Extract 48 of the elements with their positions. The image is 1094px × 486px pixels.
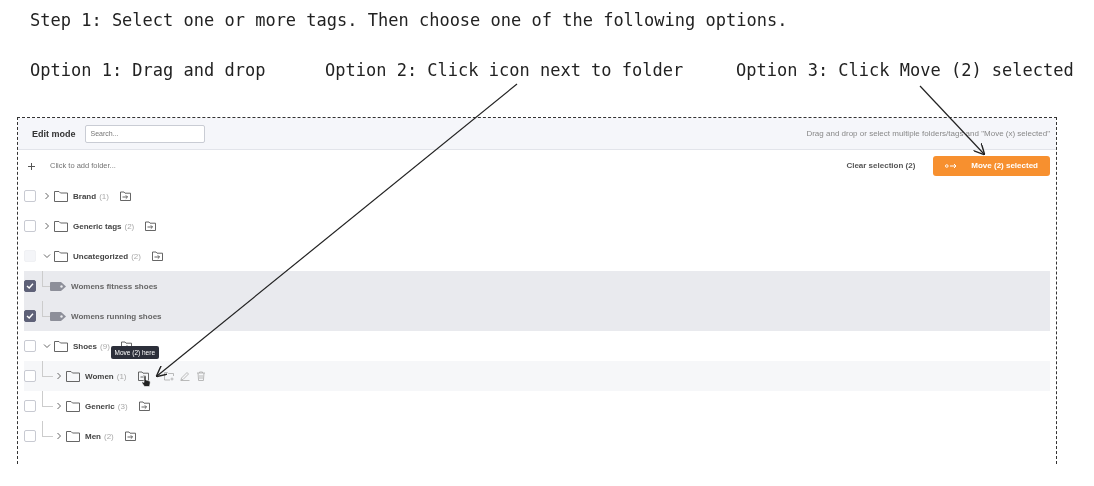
- folder-icon: [66, 400, 80, 412]
- hand-cursor-icon: [140, 375, 151, 387]
- instruction-text: Step 1: Select one or more tags. Then choose one of the following options.: [30, 10, 788, 30]
- folder-arrow-icon[interactable]: [119, 191, 131, 201]
- dot-arrow-icon: [945, 162, 958, 169]
- chevron-right-icon[interactable]: [43, 192, 51, 200]
- item-count: (9): [100, 341, 110, 351]
- item-count: (1): [116, 371, 127, 381]
- folder-icon: [54, 190, 68, 202]
- chevron-down-icon[interactable]: [43, 342, 51, 350]
- item-count: (2): [124, 221, 135, 231]
- tag-name: Womens fitness shoes: [71, 281, 158, 291]
- folder-name: Generic tags: [73, 221, 122, 231]
- folder-name: Shoes: [73, 341, 97, 351]
- folder-icon: [54, 250, 68, 262]
- plus-icon[interactable]: [28, 162, 35, 170]
- item-count: (2): [104, 431, 114, 441]
- folder-name: Men: [85, 431, 101, 441]
- item-count: (3): [117, 401, 128, 411]
- trash-icon[interactable]: [195, 371, 206, 381]
- item-count: (2): [131, 251, 141, 261]
- folder-name: Generic: [85, 401, 115, 411]
- folder-arrow-icon[interactable]: [138, 401, 150, 411]
- pencil-icon[interactable]: [179, 371, 190, 381]
- folder-arrow-icon[interactable]: [145, 221, 157, 231]
- tag-icon: [50, 281, 66, 291]
- chevron-right-icon[interactable]: [55, 432, 63, 440]
- item-count: (1): [99, 191, 109, 201]
- tag-name: Womens running shoes: [71, 311, 162, 321]
- chevron-right-icon[interactable]: [43, 222, 51, 230]
- chevron-right-icon[interactable]: [55, 402, 63, 410]
- folder-arrow-icon[interactable]: [124, 431, 136, 441]
- folder-icon: [54, 220, 68, 232]
- folder-icon: [66, 370, 80, 382]
- option-text: Option 1: Drag and drop: [30, 60, 267, 80]
- mode-label: Edit mode: [32, 128, 76, 139]
- clear-selection-button[interactable]: Clear selection (2): [840, 160, 922, 171]
- hint-text: Drag and drop or select multiple folders/tags and "Move (x) selected": [806, 129, 1050, 138]
- chevron-right-icon[interactable]: [55, 372, 63, 380]
- folder-name: Uncategorized: [73, 251, 129, 261]
- folder-icon: [66, 430, 80, 442]
- folder-name: Brand: [73, 191, 97, 201]
- add-folder-icon[interactable]: [163, 371, 174, 381]
- option-text: Option 3: Click Move (2) selected: [736, 60, 1074, 80]
- folder-icon: [54, 340, 68, 352]
- option-text: Option 2: Click icon next to folder: [325, 60, 685, 80]
- folder-name: Women: [85, 371, 114, 381]
- tag-icon: [50, 311, 66, 321]
